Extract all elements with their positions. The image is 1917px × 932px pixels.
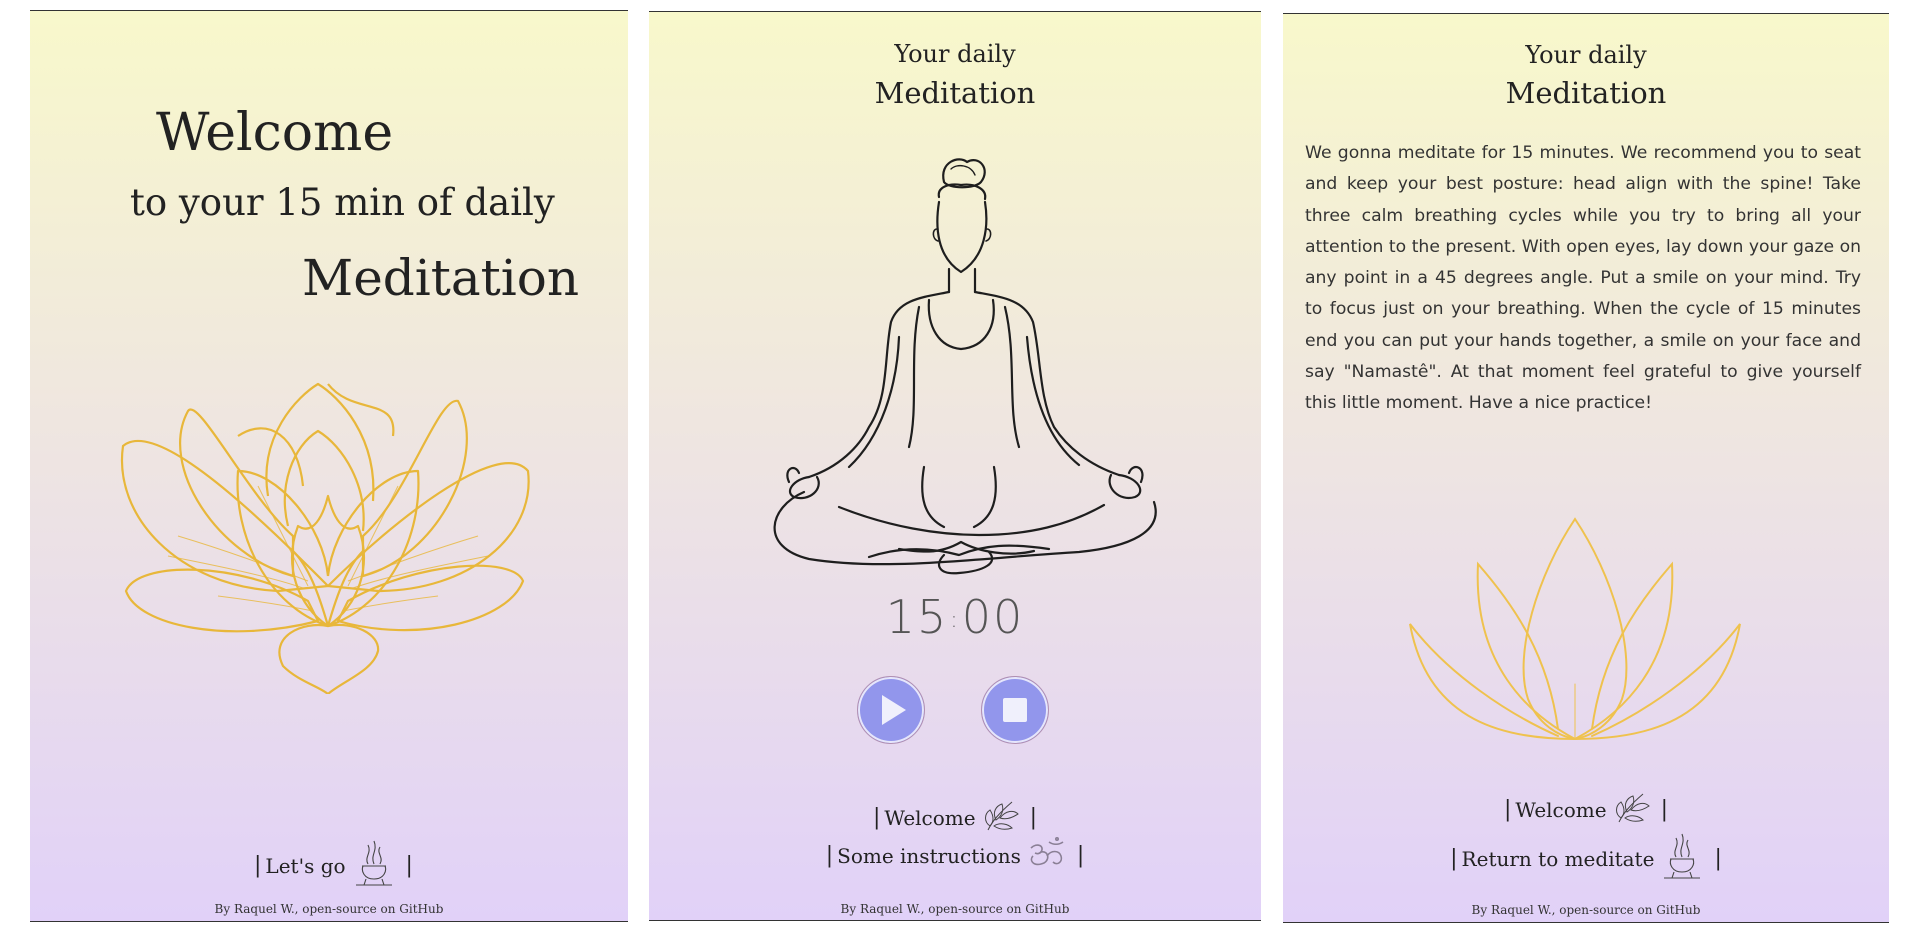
- lotus-outline-icon: [1409, 517, 1741, 741]
- instructions-link[interactable]: Some instructions: [837, 844, 1021, 868]
- instructions-screen: Your daily Meditation We gonna meditate …: [1283, 13, 1889, 923]
- title-line1: Your daily: [1525, 41, 1647, 69]
- timer-display: 15:00: [649, 590, 1261, 644]
- instructions-text: We gonna meditate for 15 minutes. We rec…: [1305, 143, 1861, 414]
- lets-go-link[interactable]: Let's go: [265, 854, 345, 878]
- leaves-icon[interactable]: [982, 796, 1020, 839]
- nav-separator: |: [1714, 846, 1722, 871]
- nav-separator: |: [254, 853, 262, 878]
- return-link[interactable]: Return to meditate: [1462, 847, 1655, 871]
- title-line1: Your daily: [894, 40, 1016, 68]
- lotus-icon: [120, 382, 530, 694]
- welcome-heading: Meditation: [302, 249, 580, 307]
- welcome-link[interactable]: Welcome: [1515, 798, 1606, 822]
- title-line2: Meditation: [1505, 76, 1667, 110]
- play-button[interactable]: [857, 676, 925, 744]
- om-icon[interactable]: [1027, 836, 1067, 875]
- timer-seconds: 00: [961, 590, 1025, 644]
- nav-separator: |: [405, 853, 413, 878]
- welcome-nav: | Welcome |: [649, 796, 1261, 839]
- nav-separator: |: [1029, 805, 1038, 830]
- welcome-link[interactable]: Welcome: [884, 806, 975, 830]
- play-icon: [882, 695, 906, 725]
- footer-credit[interactable]: By Raquel W., open-source on GitHub: [30, 902, 628, 916]
- footer-credit[interactable]: By Raquel W., open-source on GitHub: [1283, 903, 1889, 917]
- nav-separator: |: [1660, 797, 1669, 822]
- welcome-screen: Welcome to your 15 min of daily Meditati…: [30, 10, 628, 922]
- nav-separator: |: [825, 843, 834, 868]
- return-nav: | Return to meditate |: [1283, 832, 1889, 885]
- title-line2: Meditation: [874, 76, 1036, 110]
- leaves-icon[interactable]: [1613, 788, 1651, 831]
- nav-separator: |: [872, 805, 881, 830]
- timer-colon: :: [950, 608, 960, 633]
- meditating-person-icon: [773, 158, 1157, 575]
- nav-separator: |: [1076, 843, 1085, 868]
- lets-go-nav: | Let's go |: [250, 839, 417, 892]
- footer-credit[interactable]: By Raquel W., open-source on GitHub: [649, 902, 1261, 916]
- stop-icon: [1003, 698, 1027, 722]
- nav-separator: |: [1503, 797, 1512, 822]
- timer-minutes: 15: [885, 590, 949, 644]
- welcome-nav: | Welcome |: [1283, 788, 1889, 831]
- welcome-title: Welcome: [156, 103, 394, 163]
- stop-button[interactable]: [981, 676, 1049, 744]
- welcome-subtitle: to your 15 min of daily: [130, 181, 555, 224]
- incense-icon[interactable]: [1660, 832, 1704, 885]
- nav-separator: |: [1450, 846, 1458, 871]
- incense-icon[interactable]: [352, 839, 396, 892]
- instructions-nav: | Some instructions |: [649, 836, 1261, 875]
- timer-screen: Your daily Meditation 15:00 | Welcome | …: [649, 11, 1261, 921]
